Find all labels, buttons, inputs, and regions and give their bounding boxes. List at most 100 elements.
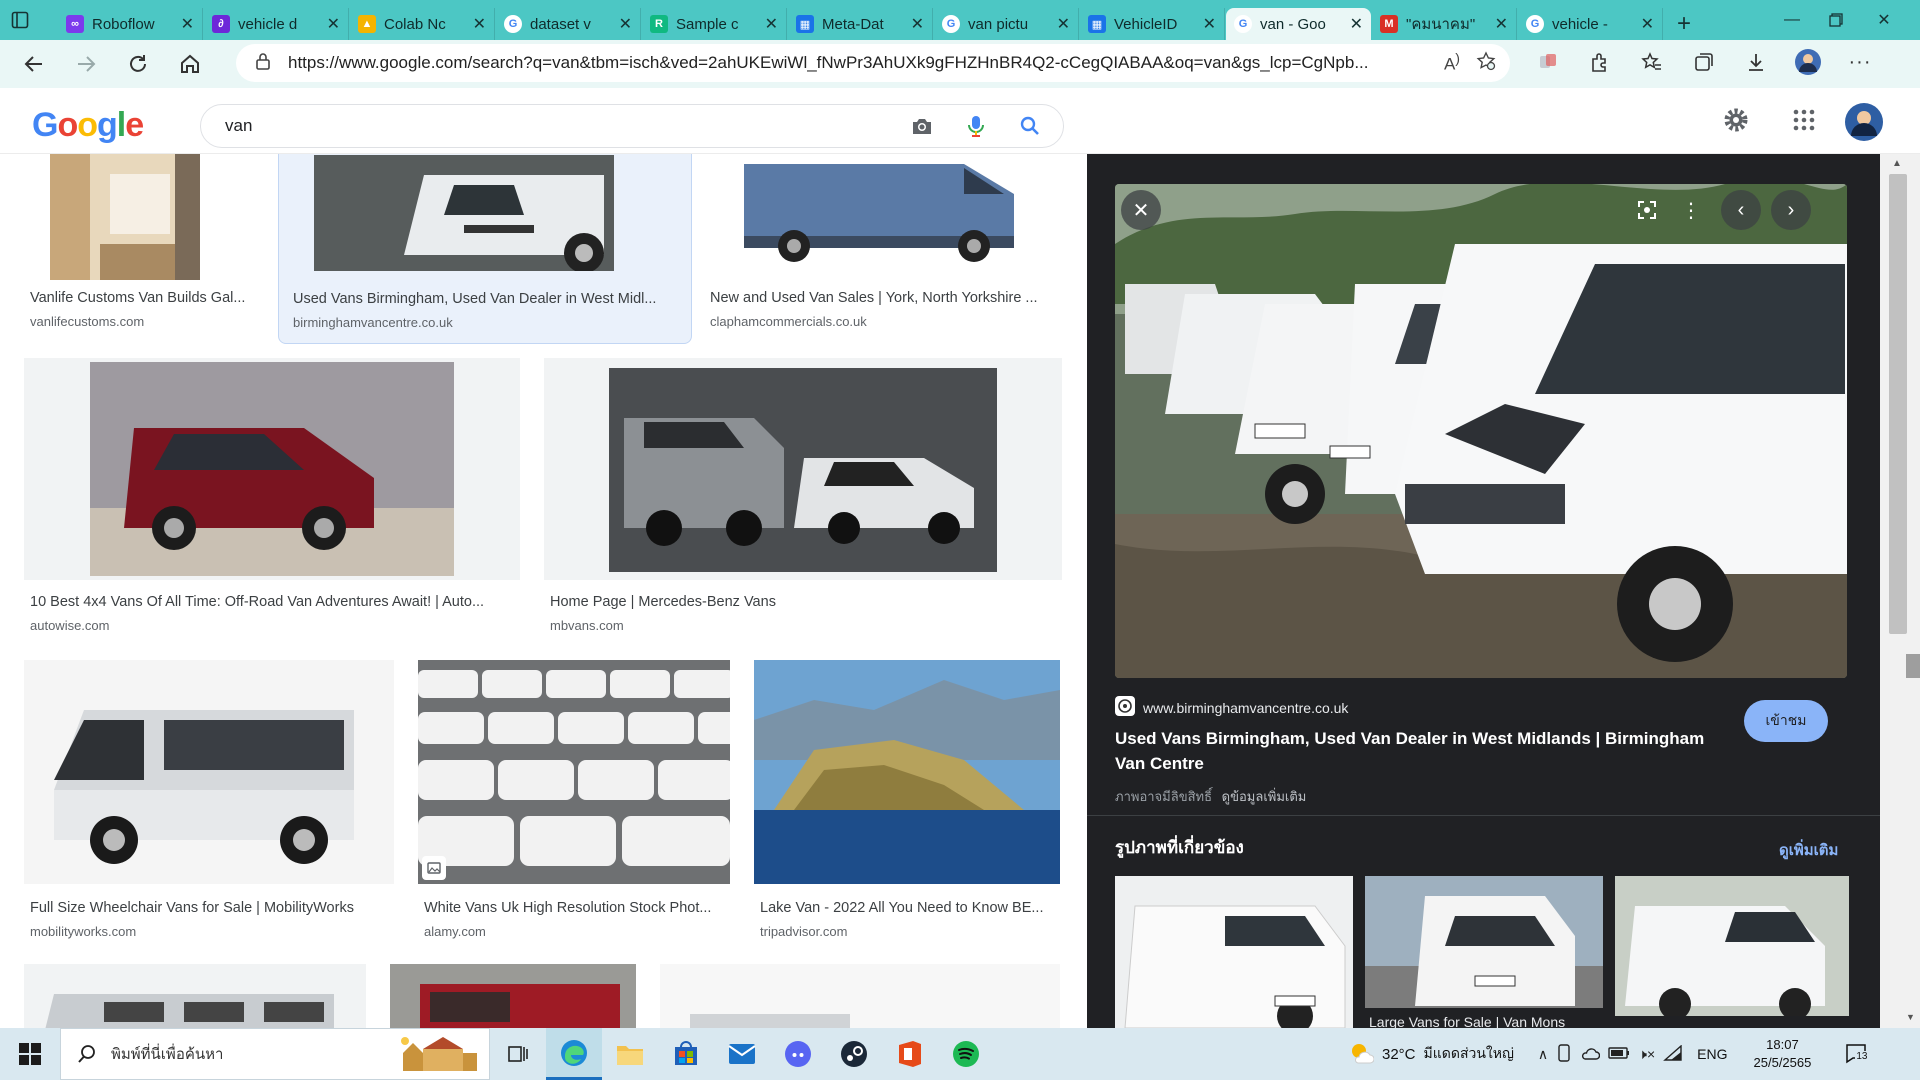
search-box[interactable]: van [200, 104, 1064, 148]
tab-label[interactable]: VehicleID [1114, 16, 1195, 33]
browser-tab-8[interactable]: Gvan - Goo ✕ [1226, 8, 1371, 40]
apps-grid-icon[interactable] [1792, 108, 1816, 135]
onedrive-cloud-icon[interactable] [1580, 1046, 1601, 1063]
result-title[interactable]: Vanlife Customs Van Builds Gal... [30, 290, 258, 306]
result-source[interactable]: mbvans.com [550, 618, 624, 633]
browser-tab-1[interactable]: ∂ vehicle d ✕ [204, 8, 349, 40]
result-title[interactable]: 10 Best 4x4 Vans Of All Time: Off-Road V… [30, 594, 516, 610]
tab-close-icon[interactable]: ✕ [1203, 14, 1216, 34]
file-explorer-icon[interactable] [602, 1028, 658, 1080]
related-image-2[interactable] [1615, 876, 1849, 1016]
result-card-3[interactable]: 10 Best 4x4 Vans Of All Time: Off-Road V… [24, 358, 520, 633]
tab-label[interactable]: vehicle d [238, 16, 319, 33]
result-source[interactable]: birminghamvancentre.co.uk [293, 315, 453, 330]
browser-tab-6[interactable]: Gvan pictu ✕ [934, 8, 1079, 40]
browser-tab-10[interactable]: Gvehicle - ✕ [1518, 8, 1663, 40]
tab-label[interactable]: van - Goo [1260, 16, 1342, 33]
result-card-6[interactable]: White Vans Uk High Resolution Stock Phot… [418, 660, 730, 940]
browser-tab-7[interactable]: ▦ VehicleID ✕ [1080, 8, 1225, 40]
related-caption[interactable]: Large Vans for Sale | Van Mons [1369, 1014, 1605, 1028]
result-image-10[interactable] [660, 964, 1060, 1028]
page-scrollbar[interactable]: ▲ [1880, 154, 1920, 1028]
result-card-5[interactable]: Full Size Wheelchair Vans for Sale | Mob… [24, 660, 394, 940]
tab-close-icon[interactable]: ✕ [1057, 14, 1070, 34]
input-language[interactable]: ENG [1697, 1046, 1727, 1062]
read-aloud-icon[interactable]: A) [1444, 51, 1460, 75]
phone-link-icon[interactable] [1556, 1043, 1572, 1065]
steam-icon[interactable] [826, 1028, 882, 1080]
close-window-button[interactable]: ✕ [1862, 6, 1906, 34]
tab-close-icon[interactable]: ✕ [911, 14, 924, 34]
downloads-icon[interactable] [1736, 51, 1776, 73]
scroll-up-icon[interactable]: ▲ [1892, 158, 1902, 169]
tray-chevron-up-icon[interactable]: ∧ [1538, 1046, 1548, 1063]
result-source[interactable]: mobilityworks.com [30, 924, 136, 939]
result-title[interactable]: Home Page | Mercedes-Benz Vans [550, 594, 1056, 610]
result-image-2[interactable] [734, 154, 1034, 264]
tab-close-icon[interactable]: ✕ [1495, 14, 1508, 34]
search-input[interactable]: van [225, 116, 895, 136]
result-source[interactable]: tripadvisor.com [760, 924, 847, 939]
windows-start-icon[interactable] [0, 1028, 60, 1080]
result-image-9[interactable] [390, 964, 636, 1028]
minimize-button[interactable]: — [1770, 6, 1814, 34]
related-image-1[interactable] [1365, 876, 1603, 1008]
search-icon[interactable] [1003, 116, 1057, 136]
google-account-avatar[interactable] [1844, 102, 1884, 145]
taskbar-search[interactable]: พิมพ์ที่นี่เพื่อค้นหา [60, 1028, 490, 1080]
result-image-6[interactable] [418, 660, 730, 884]
clock[interactable]: 18:07 25/5/2565 [1754, 1036, 1812, 1072]
result-source[interactable]: claphamcommercials.co.uk [710, 314, 867, 329]
discord-icon[interactable] [770, 1028, 826, 1080]
tab-close-icon[interactable]: ✕ [1641, 14, 1654, 34]
scroll-down-icon[interactable]: ▼ [1906, 1012, 1915, 1022]
google-logo[interactable]: Google [32, 106, 144, 145]
close-icon[interactable]: ✕ [1121, 190, 1161, 230]
forward-button[interactable] [60, 44, 112, 84]
tab-label[interactable]: Roboflow [92, 16, 173, 33]
result-card-2[interactable]: New and Used Van Sales | York, North Yor… [704, 154, 1066, 334]
tab-label[interactable]: "คมนาคม" [1406, 12, 1487, 36]
result-image-4[interactable] [544, 358, 1062, 580]
tab-label[interactable]: vehicle - [1552, 16, 1633, 33]
collections-icon[interactable] [1684, 51, 1724, 73]
more-info-link[interactable]: ดูข้อมูลเพิ่มเติม [1222, 789, 1307, 804]
tab-close-icon[interactable]: ✕ [327, 14, 340, 34]
wifi-icon[interactable] [1663, 1043, 1683, 1064]
extension-icon[interactable] [1528, 52, 1568, 72]
url-text[interactable]: https://www.google.com/search?q=van&tbm=… [288, 53, 1428, 73]
favorites-icon[interactable] [1632, 51, 1672, 73]
taskbar-search-placeholder[interactable]: พิมพ์ที่นี่เพื่อค้นหา [111, 1042, 381, 1066]
related-image-0[interactable] [1115, 876, 1353, 1028]
browser-tab-4[interactable]: R Sample c ✕ [642, 8, 787, 40]
office-icon[interactable] [882, 1028, 938, 1080]
tab-label[interactable]: van pictu [968, 16, 1049, 33]
tab-label[interactable]: Colab Nc [384, 16, 465, 33]
result-image-5[interactable] [24, 660, 394, 884]
result-title[interactable]: Used Vans Birmingham, Used Van Dealer in… [293, 291, 681, 307]
task-view-icon[interactable] [490, 1028, 546, 1080]
browser-tab-3[interactable]: Gdataset v ✕ [496, 8, 641, 40]
settings-gear-icon[interactable] [1722, 106, 1750, 137]
tab-label[interactable]: dataset v [530, 16, 611, 33]
tab-close-icon[interactable]: ✕ [765, 14, 778, 34]
result-title[interactable]: New and Used Van Sales | York, North Yor… [710, 290, 1060, 306]
browser-tab-9[interactable]: M "คมนาคม" ✕ [1372, 8, 1517, 40]
result-source[interactable]: autowise.com [30, 618, 109, 633]
scrollbar-thumb[interactable] [1889, 174, 1907, 634]
mail-icon[interactable] [714, 1028, 770, 1080]
tab-close-icon[interactable]: ✕ [473, 14, 486, 34]
preview-source[interactable]: www.birminghamvancentre.co.uk [1115, 696, 1348, 719]
result-card-7[interactable]: Lake Van - 2022 All You Need to Know BE.… [754, 660, 1060, 940]
preview-image[interactable]: ✕ ⋮ ‹ › [1115, 184, 1847, 678]
browser-tab-5[interactable]: ▦ Meta-Dat ✕ [788, 8, 933, 40]
tab-close-icon[interactable]: ✕ [1350, 14, 1363, 34]
result-image-1[interactable] [314, 155, 614, 271]
see-more-link[interactable]: ดูเพิ่มเติม [1779, 838, 1838, 862]
home-button[interactable] [164, 44, 216, 84]
microphone-icon[interactable] [949, 115, 1003, 137]
weather-text[interactable]: มีแดดส่วนใหญ่ [1424, 1043, 1514, 1065]
notification-center-icon[interactable]: 13 [1845, 1042, 1869, 1067]
result-source[interactable]: alamy.com [424, 924, 486, 939]
back-button[interactable] [8, 44, 60, 84]
